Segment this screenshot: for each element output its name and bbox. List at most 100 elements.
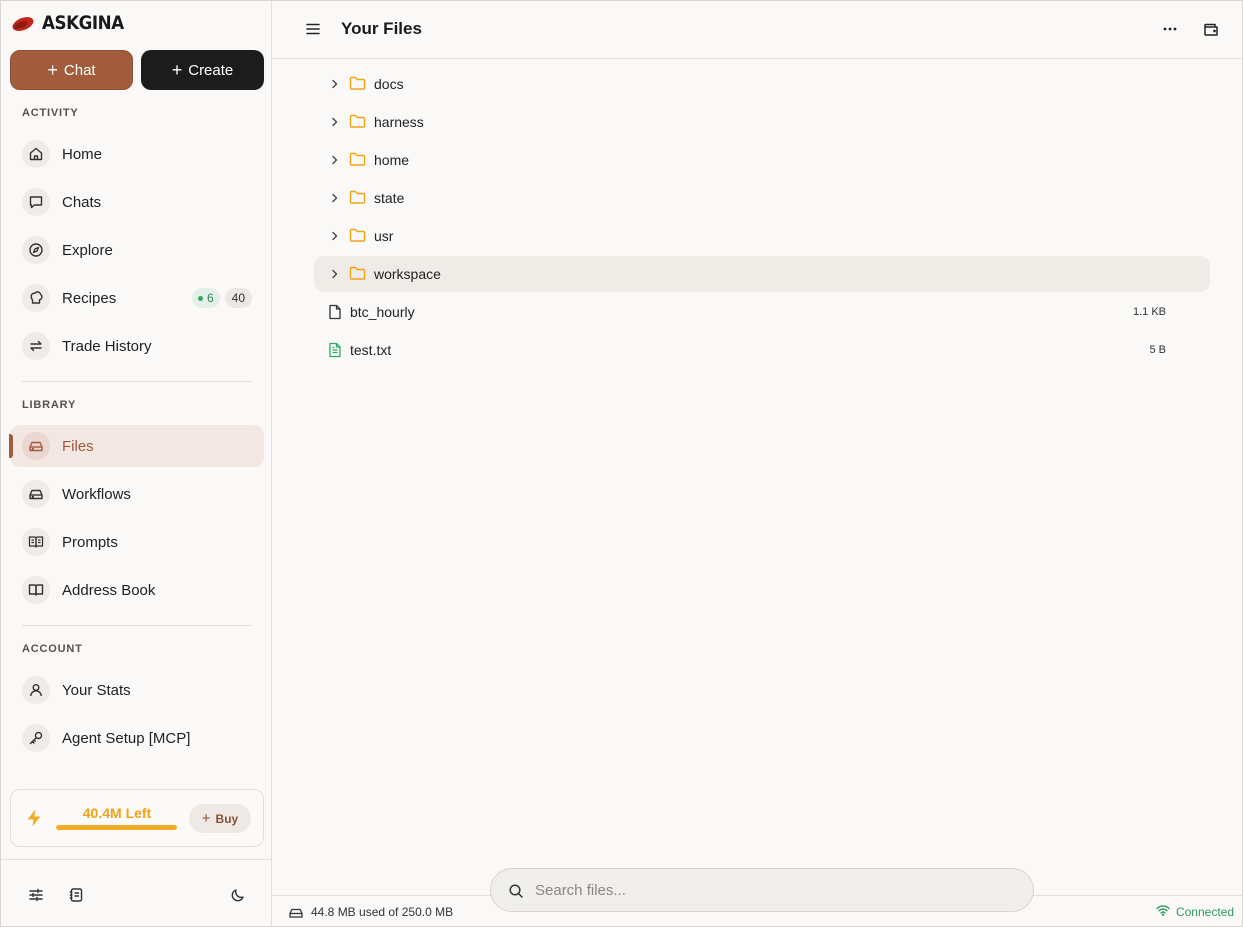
folder-row-workspace[interactable]: workspace bbox=[314, 256, 1210, 292]
drive-icon bbox=[289, 906, 303, 924]
file-name: btc_hourly bbox=[350, 304, 415, 320]
storage-usage: 44.8 MB used of 250.0 MB bbox=[311, 905, 454, 919]
sidebar-item-label: Workflows bbox=[62, 485, 131, 503]
search-bar[interactable] bbox=[490, 868, 1034, 912]
connection-label: Connected bbox=[1175, 904, 1234, 919]
plus-icon: + bbox=[171, 60, 183, 80]
home-icon bbox=[22, 140, 50, 168]
chevron-right-icon[interactable] bbox=[329, 267, 341, 286]
new-chat-button[interactable]: + Chat bbox=[10, 50, 133, 90]
create-label: Create bbox=[188, 61, 234, 79]
plus-icon: + bbox=[47, 60, 58, 80]
sidebar: ASKGINA + Chat + Create ACTIVITY Home Ch… bbox=[1, 1, 272, 926]
folder-row-harness[interactable]: harness bbox=[314, 104, 1210, 140]
menu-icon[interactable] bbox=[304, 20, 322, 43]
sidebar-item-label: Chats bbox=[62, 193, 102, 211]
file-icon bbox=[328, 304, 342, 325]
brand-name: ASKGINA bbox=[42, 12, 124, 34]
file-row-test-txt[interactable]: test.txt 5 B bbox=[314, 332, 1210, 368]
chevron-right-icon[interactable] bbox=[329, 115, 341, 134]
sidebar-item-home[interactable]: Home bbox=[10, 133, 264, 175]
chevron-right-icon[interactable] bbox=[329, 77, 341, 96]
folder-name: harness bbox=[374, 114, 424, 130]
compass-icon bbox=[22, 236, 50, 264]
sidebar-item-recipes[interactable]: Recipes 6 40 bbox=[10, 277, 264, 319]
moon-icon[interactable] bbox=[229, 886, 247, 904]
file-size: 1.1 KB bbox=[1132, 306, 1166, 318]
connection-status: Connected bbox=[1156, 904, 1234, 919]
credits-progress-fill bbox=[56, 825, 177, 830]
folder-row-state[interactable]: state bbox=[314, 180, 1210, 216]
sidebar-item-label: Your Stats bbox=[62, 681, 131, 699]
open-book-icon bbox=[22, 528, 50, 556]
new-chat-label: Chat bbox=[63, 61, 96, 79]
sidebar-item-label: Explore bbox=[62, 241, 113, 259]
more-options-icon[interactable] bbox=[1161, 20, 1179, 43]
swap-arrows-icon bbox=[22, 332, 50, 360]
create-button[interactable]: + Create bbox=[141, 50, 264, 90]
file-size: 5 B bbox=[1149, 344, 1166, 356]
drive-icon bbox=[22, 432, 50, 460]
sidebar-item-address-book[interactable]: Address Book bbox=[10, 569, 264, 611]
book-icon bbox=[22, 576, 50, 604]
buy-label: Buy bbox=[215, 811, 239, 826]
divider bbox=[22, 381, 252, 382]
key-icon bbox=[22, 724, 50, 752]
file-row-btc-hourly[interactable]: btc_hourly 1.1 KB bbox=[314, 294, 1210, 330]
sidebar-item-label: Recipes bbox=[62, 289, 117, 307]
sidebar-item-label: Files bbox=[62, 437, 94, 455]
search-icon bbox=[508, 883, 524, 904]
sidebar-item-explore[interactable]: Explore bbox=[10, 229, 264, 271]
recipes-badges: 6 40 bbox=[191, 288, 252, 308]
logo-mark-icon bbox=[12, 17, 34, 31]
folder-icon bbox=[349, 76, 366, 96]
notebook-icon[interactable] bbox=[67, 886, 85, 904]
sidebar-item-chats[interactable]: Chats bbox=[10, 181, 264, 223]
folder-icon bbox=[349, 114, 366, 134]
sidebar-item-label: Prompts bbox=[62, 533, 118, 551]
credits-panel: 40.4M Left + Buy bbox=[10, 789, 264, 847]
section-label-account: ACCOUNT bbox=[22, 643, 83, 655]
active-indicator bbox=[9, 434, 13, 458]
chevron-right-icon[interactable] bbox=[329, 153, 341, 172]
user-icon bbox=[22, 676, 50, 704]
sidebar-item-trade-history[interactable]: Trade History bbox=[10, 325, 264, 367]
folder-row-home[interactable]: home bbox=[314, 142, 1210, 178]
text-file-icon bbox=[328, 342, 342, 363]
app-window: ASKGINA + Chat + Create ACTIVITY Home Ch… bbox=[0, 0, 1243, 927]
main-panel: Your Files docs harness home state usr w… bbox=[272, 1, 1242, 926]
divider bbox=[22, 625, 252, 626]
chat-bubble-icon bbox=[22, 188, 50, 216]
folder-name: usr bbox=[374, 228, 394, 244]
sliders-icon[interactable] bbox=[27, 886, 45, 904]
wallet-icon[interactable] bbox=[1202, 20, 1220, 43]
credits-remaining: 40.4M Left bbox=[82, 805, 152, 821]
folder-icon bbox=[349, 152, 366, 172]
wifi-icon bbox=[1156, 904, 1170, 919]
buy-credits-button[interactable]: + Buy bbox=[189, 804, 251, 833]
sidebar-item-prompts[interactable]: Prompts bbox=[10, 521, 264, 563]
folder-name: state bbox=[374, 190, 405, 206]
sidebar-item-agent-setup[interactable]: Agent Setup [MCP] bbox=[10, 717, 264, 759]
folder-row-docs[interactable]: docs bbox=[314, 66, 1210, 102]
brand-logo[interactable]: ASKGINA bbox=[10, 11, 135, 35]
credits-progress-bar bbox=[56, 825, 177, 830]
sidebar-item-files[interactable]: Files bbox=[9, 425, 264, 467]
section-label-activity: ACTIVITY bbox=[22, 107, 79, 119]
total-count-badge: 40 bbox=[224, 288, 252, 308]
sidebar-item-workflows[interactable]: Workflows bbox=[10, 473, 264, 515]
folder-name: workspace bbox=[374, 266, 441, 282]
sidebar-item-label: Trade History bbox=[62, 337, 152, 355]
folder-name: home bbox=[374, 152, 410, 168]
folder-icon bbox=[349, 190, 366, 210]
file-name: test.txt bbox=[350, 342, 392, 358]
chef-hat-icon bbox=[22, 284, 50, 312]
chevron-right-icon[interactable] bbox=[329, 191, 341, 210]
chevron-right-icon[interactable] bbox=[329, 229, 341, 248]
folder-row-usr[interactable]: usr bbox=[314, 218, 1210, 254]
sidebar-item-your-stats[interactable]: Your Stats bbox=[10, 669, 264, 711]
drive-icon bbox=[22, 480, 50, 508]
search-input[interactable] bbox=[535, 880, 1015, 900]
active-count-badge: 6 bbox=[191, 288, 220, 308]
sidebar-item-label: Home bbox=[62, 145, 103, 163]
